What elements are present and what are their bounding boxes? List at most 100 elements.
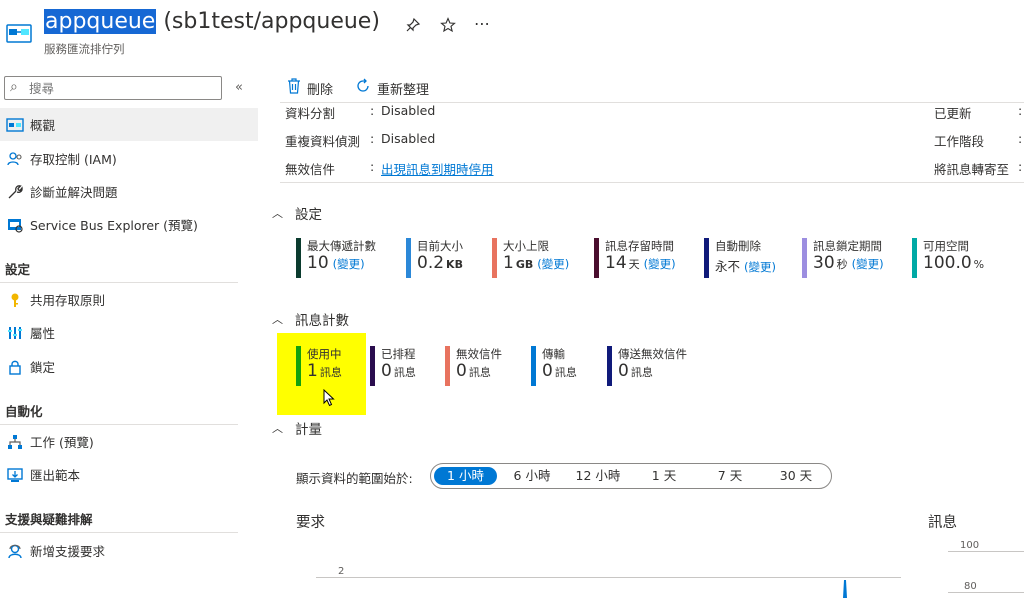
sidebar-item-shared-access[interactable]: 共用存取原則 [0, 283, 258, 316]
sidebar-item-label: 屬性 [30, 326, 56, 341]
time-range-1d[interactable]: 1 天 [634, 467, 694, 485]
message-counts-section-toggle[interactable]: ︿ 訊息計數 [272, 309, 349, 329]
time-range-30d[interactable]: 30 天 [765, 467, 827, 485]
section-title: 設定 [295, 207, 322, 223]
more-options-icon[interactable]: ⋯ [474, 14, 490, 33]
time-range-7d[interactable]: 7 天 [699, 467, 761, 485]
time-range-selector: 1 小時 6 小時 12 小時 1 天 7 天 30 天 [430, 463, 832, 489]
mouse-cursor-icon [323, 388, 335, 411]
sidebar-item-explorer[interactable]: Service Bus Explorer (預覽) [0, 208, 258, 241]
refresh-icon [355, 78, 371, 98]
essentials-label: 將訊息轉寄至 [934, 162, 1010, 177]
metrics-section-toggle[interactable]: ︿ 計量 [272, 418, 322, 438]
collapse-sidebar-icon[interactable]: « [235, 80, 243, 95]
tile-label: 傳送無效信件 [618, 347, 687, 361]
divider [280, 182, 1024, 183]
tile-label: 大小上限 [503, 239, 549, 253]
essentials-colon: : [370, 131, 375, 146]
tile-label: 無效信件 [456, 347, 502, 361]
tile-value-row: 30 秒 (變更) [813, 253, 884, 273]
tile-color-bar [370, 346, 375, 386]
tile-value: 0 [618, 361, 629, 381]
refresh-button[interactable]: 重新整理 [355, 78, 429, 98]
tile-value-row: 0.2 KB [417, 253, 463, 273]
tile-value-row: 1 訊息 [307, 361, 342, 381]
tile-value: 0.2 [417, 253, 445, 273]
time-range-12h[interactable]: 12 小時 [566, 467, 630, 485]
tile-unit: KB [446, 258, 463, 271]
tile-unit: GB [515, 258, 534, 271]
tile-value-row: 10 (變更) [307, 253, 365, 273]
tile-unit: 訊息 [319, 366, 342, 379]
essentials-label: 已更新 [934, 106, 972, 121]
tile-color-bar [704, 238, 709, 278]
delete-label: 刪除 [307, 82, 334, 98]
trash-icon [287, 78, 301, 98]
time-range-1h[interactable]: 1 小時 [434, 467, 497, 485]
tile-unit: 訊息 [393, 366, 416, 379]
time-range-6h[interactable]: 6 小時 [501, 467, 563, 485]
sidebar-search[interactable]: ⌕ [4, 76, 222, 100]
tile-unit: % [973, 258, 985, 271]
essentials-label: 無效信件 [285, 162, 336, 177]
sidebar-item-export-template[interactable]: 匯出範本 [0, 458, 258, 491]
star-icon[interactable] [440, 17, 456, 37]
tile-color-bar [531, 346, 536, 386]
messages-axis-tick: 100 [960, 540, 980, 551]
tile-label: 目前大小 [417, 239, 463, 253]
key-icon [0, 292, 30, 308]
tasks-icon [0, 434, 30, 450]
tile-value: 100.0 [923, 253, 972, 273]
chevron-up-icon: ︿ [272, 313, 283, 326]
wrench-icon [0, 184, 30, 200]
essentials-label: 重複資料偵測 [285, 134, 361, 149]
dead-letter-link[interactable]: 出現訊息到期時停用 [381, 159, 494, 178]
resource-type: 服務匯流排佇列 [44, 42, 125, 56]
change-link[interactable]: (變更) [852, 257, 884, 271]
change-link[interactable]: (變更) [333, 257, 365, 271]
requests-series-line [843, 579, 847, 598]
sidebar-item-properties[interactable]: 屬性 [0, 316, 258, 349]
sidebar-item-locks[interactable]: 鎖定 [0, 350, 258, 383]
tile-value-row: 14 天 (變更) [605, 253, 676, 273]
tile-value: 14 [605, 253, 627, 273]
change-link[interactable]: (變更) [537, 257, 569, 271]
tile-value: 0 [381, 361, 392, 381]
tile-label: 自動刪除 [715, 239, 761, 253]
sidebar-item-label: 鎖定 [30, 360, 56, 375]
explorer-icon [0, 217, 30, 233]
pin-icon[interactable] [405, 17, 421, 37]
section-title: 計量 [295, 422, 322, 438]
settings-section-toggle[interactable]: ︿ 設定 [272, 203, 322, 223]
change-link[interactable]: (變更) [644, 257, 676, 271]
sidebar-item-label: 新增支援要求 [30, 544, 106, 559]
sidebar-item-tasks[interactable]: 工作 (預覽) [0, 425, 258, 458]
tile-color-bar [912, 238, 917, 278]
tile-label: 最大傳遞計數 [307, 239, 376, 253]
requests-axis-tick: 2 [338, 566, 345, 577]
tile-value: 永不 [715, 259, 741, 274]
messages-axis-tick: 80 [964, 581, 977, 592]
tile-value-row: 0 訊息 [542, 361, 577, 381]
requests-chart-title: 要求 [296, 515, 325, 531]
tile-value-row: 100.0% [923, 253, 984, 273]
tile-value-row: 0 訊息 [381, 361, 416, 381]
essentials-colon: : [370, 159, 375, 174]
tile-label: 使用中 [307, 347, 342, 361]
delete-button[interactable]: 刪除 [287, 78, 333, 98]
search-input[interactable] [29, 79, 217, 97]
tile-value-row: 0 訊息 [456, 361, 491, 381]
change-link[interactable]: (變更) [744, 260, 776, 274]
tile-unit: 秒 [836, 258, 848, 271]
tile-unit: 天 [628, 258, 640, 271]
tile-color-bar [296, 238, 301, 278]
sidebar-item-new-support-request[interactable]: 新增支援要求 [0, 534, 258, 567]
sidebar-item-label: Service Bus Explorer (預覽) [30, 218, 198, 233]
chevron-up-icon: ︿ [272, 207, 283, 220]
section-title: 訊息計數 [295, 313, 349, 329]
tile-value-row: 0 訊息 [618, 361, 653, 381]
essentials-colon: : [1018, 131, 1023, 146]
properties-icon [0, 325, 30, 341]
essentials-colon: : [1018, 159, 1023, 174]
messages-gridline [948, 592, 1024, 593]
